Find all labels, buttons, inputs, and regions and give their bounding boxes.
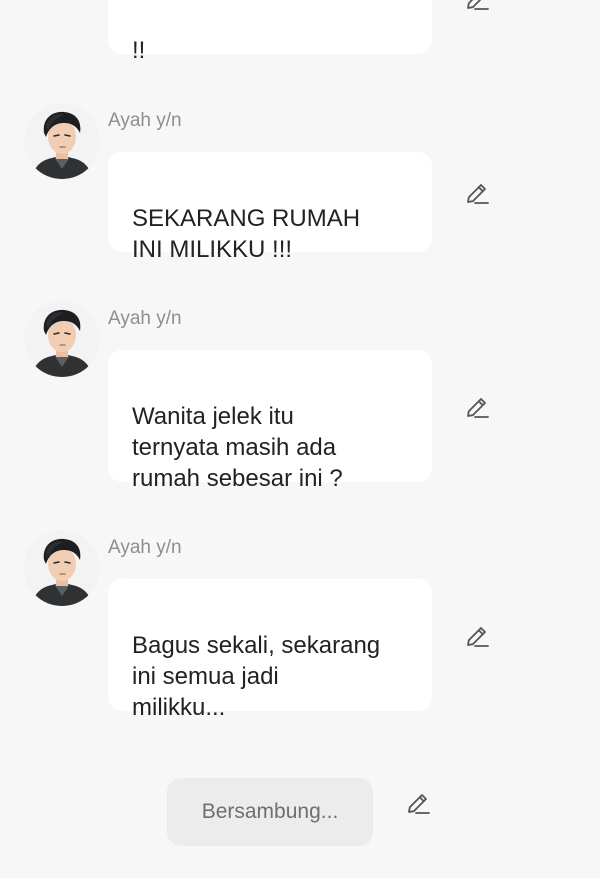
- avatar[interactable]: [24, 103, 100, 179]
- sender-name: Ayah y/n: [108, 110, 182, 131]
- message-bubble: Wanita jelek itu ternyata masih ada ruma…: [108, 350, 432, 492]
- message-bubble: Bagus sekali, sekarang ini semua jadi mi…: [108, 579, 432, 721]
- edit-icon[interactable]: [463, 0, 491, 14]
- avatar[interactable]: [24, 530, 100, 606]
- edit-icon[interactable]: [463, 180, 491, 208]
- continue-label: Bersambung...: [167, 778, 373, 846]
- message-text: SEKARANG RUMAH INI MILIKKU !!!: [132, 205, 361, 263]
- message-text: Wanita jelek itu ternyata masih ada ruma…: [132, 403, 343, 492]
- sender-name: Ayah y/n: [108, 537, 182, 558]
- message-bubble: !!: [108, 0, 432, 64]
- edit-icon[interactable]: [404, 790, 432, 818]
- edit-icon[interactable]: [463, 394, 491, 422]
- message-bubble: SEKARANG RUMAH INI MILIKKU !!!: [108, 152, 432, 263]
- edit-icon[interactable]: [463, 623, 491, 651]
- avatar[interactable]: [24, 301, 100, 377]
- sender-name: Ayah y/n: [108, 308, 182, 329]
- message-text: !!: [132, 37, 146, 64]
- message-text: Bagus sekali, sekarang ini semua jadi mi…: [132, 632, 381, 721]
